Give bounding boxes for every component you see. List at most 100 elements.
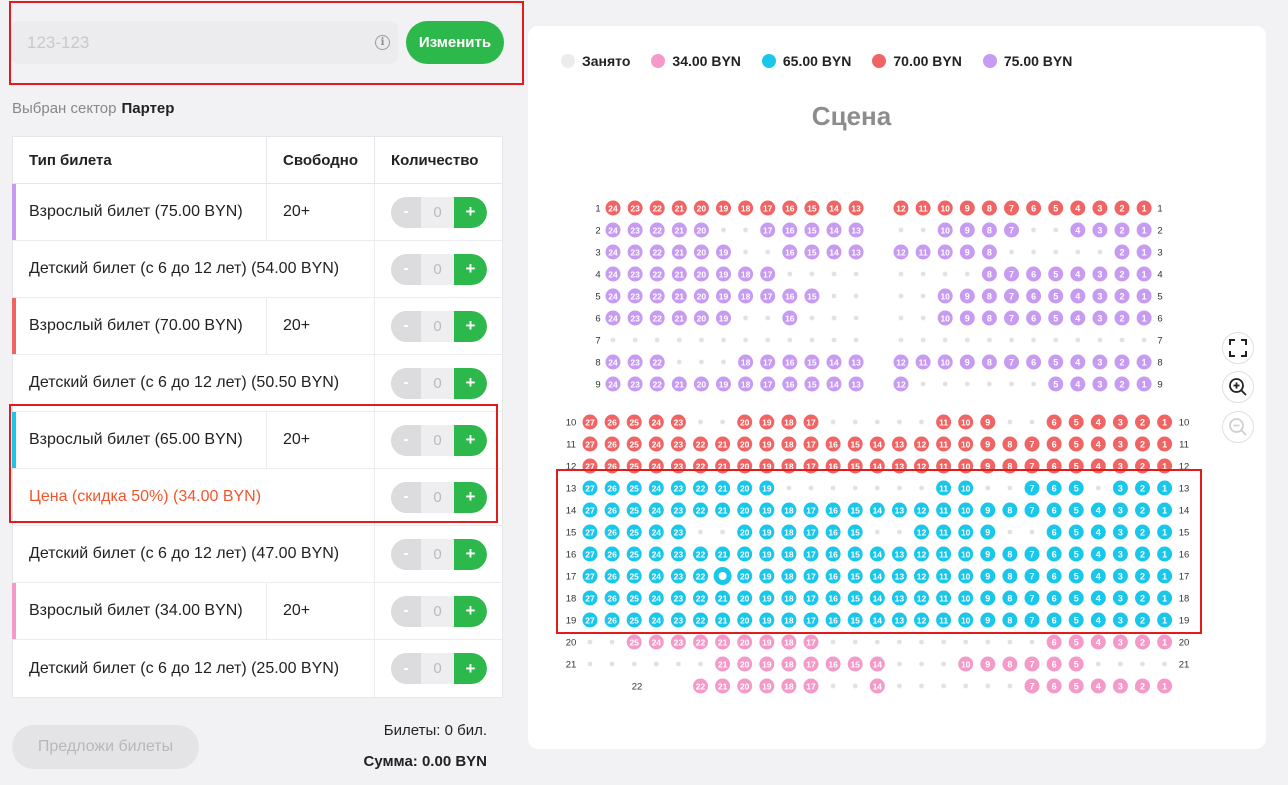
increase-button[interactable]: +	[454, 253, 487, 285]
quantity-stepper: - 0 +	[391, 595, 487, 627]
ticket-row: Детский билет (с 6 до 12 лет) (50.50 BYN…	[13, 355, 502, 412]
decrease-button[interactable]: -	[391, 538, 421, 570]
quantity-stepper: - 0 +	[391, 310, 487, 342]
available-count: 20+	[267, 412, 375, 468]
quantity-stepper: - 0 +	[391, 481, 487, 513]
increase-button[interactable]: +	[454, 653, 487, 684]
quantity-value: 0	[433, 431, 442, 449]
price-color-bar	[12, 298, 16, 354]
quantity-value: 0	[433, 374, 442, 392]
quantity-stepper: - 0 +	[391, 253, 487, 285]
quantity-cell: - 0 +	[375, 583, 502, 639]
ticket-row: Цена (скидка 50%) (34.00 BYN) - 0 +	[13, 469, 502, 526]
ticket-table: Тип билета Свободно Количество Взрослый …	[12, 136, 503, 698]
legend-dot	[872, 54, 887, 68]
increase-button[interactable]: +	[454, 595, 487, 627]
legend-item: 65.00 BYN	[761, 53, 852, 69]
ticket-row: Детский билет (с 6 до 12 лет) (25.00 BYN…	[13, 640, 502, 697]
header-ticket-type: Тип билета	[13, 137, 267, 183]
ticket-type-label: Детский билет (с 6 до 12 лет) (54.00 BYN…	[13, 241, 375, 297]
ticket-type-label: Взрослый билет (70.00 BYN)	[13, 298, 267, 354]
total-sum: Сумма: 0.00 BYN	[363, 753, 487, 770]
quantity-value: 0	[433, 317, 442, 335]
quantity-value: 0	[433, 660, 442, 677]
decrease-button[interactable]: -	[391, 196, 421, 228]
sector-value: Партер	[121, 100, 175, 117]
ticket-row: Детский билет (с 6 до 12 лет) (47.00 BYN…	[13, 526, 502, 583]
ticket-row: Взрослый билет (70.00 BYN) 20+ - 0 +	[12, 298, 502, 355]
selected-sector: Выбран сектор Партер	[12, 100, 174, 117]
sector-label: Выбран сектор	[12, 100, 117, 117]
decrease-button[interactable]: -	[391, 481, 421, 513]
price-color-bar	[12, 412, 16, 468]
legend-label: 34.00 BYN	[672, 53, 741, 69]
available-count: 20+	[267, 184, 375, 240]
price-legend: Занято 34.00 BYN 65.00 BYN 70.00 BYN 75.00 B…	[561, 53, 1093, 69]
ticket-row: Взрослый билет (34.00 BYN) 20+ - 0 +	[12, 583, 502, 640]
legend-label: 65.00 BYN	[782, 53, 852, 69]
increase-button[interactable]: +	[454, 367, 487, 399]
ticket-type-label: Взрослый билет (65.00 BYN)	[13, 412, 267, 468]
ticket-row: Взрослый билет (75.00 BYN) 20+ - 0 +	[12, 184, 502, 241]
quantity-cell: - 0 +	[375, 640, 502, 697]
ticket-type-label: Взрослый билет (75.00 BYN)	[13, 184, 267, 240]
stage-label: Сцена	[811, 101, 892, 131]
quantity-cell: - 0 +	[375, 184, 502, 240]
decrease-button[interactable]: -	[391, 367, 421, 399]
legend-dot	[761, 54, 776, 68]
increase-button[interactable]: +	[454, 310, 487, 342]
tickets-count: Билеты: 0 бил.	[383, 722, 487, 739]
price-color-bar	[12, 583, 16, 639]
increase-button[interactable]: +	[454, 196, 487, 228]
quantity-stepper: - 0 +	[391, 653, 487, 684]
legend-item: 34.00 BYN	[651, 53, 741, 69]
decrease-button[interactable]: -	[391, 310, 421, 342]
quantity-cell: - 0 +	[375, 469, 502, 525]
zoom-in-icon[interactable]	[1222, 371, 1254, 403]
quantity-stepper: - 0 +	[391, 424, 487, 456]
quantity-cell: - 0 +	[375, 412, 502, 468]
increase-button[interactable]: +	[454, 481, 487, 513]
quantity-cell: - 0 +	[375, 355, 502, 411]
info-icon[interactable]: i	[375, 35, 390, 50]
decrease-button[interactable]: -	[391, 595, 421, 627]
ticket-type-label: Взрослый билет (34.00 BYN)	[13, 583, 267, 639]
legend-dot	[561, 54, 575, 68]
quantity-stepper: - 0 +	[391, 538, 487, 570]
seat-map-panel: Занято 34.00 BYN 65.00 BYN 70.00 BYN 75.00 B…	[528, 26, 1266, 749]
zoom-out-icon[interactable]	[1222, 411, 1254, 443]
quantity-cell: - 0 +	[375, 298, 502, 354]
legend-dot	[651, 54, 666, 68]
quantity-value: 0	[433, 488, 442, 506]
change-button[interactable]: Изменить	[406, 21, 504, 64]
header-quantity: Количество	[391, 151, 479, 169]
quantity-cell: - 0 +	[375, 241, 502, 297]
quantity-value: 0	[433, 203, 442, 221]
ticket-row: Взрослый билет (65.00 BYN) 20+ - 0 +	[12, 412, 502, 469]
increase-button[interactable]: +	[454, 538, 487, 570]
ticket-type-label: Цена (скидка 50%) (34.00 BYN)	[13, 469, 375, 525]
ticket-row: Детский билет (с 6 до 12 лет) (54.00 BYN…	[13, 241, 502, 298]
ticket-type-label: Детский билет (с 6 до 12 лет) (47.00 BYN…	[13, 526, 375, 582]
fullscreen-icon[interactable]	[1222, 332, 1254, 364]
quantity-cell: - 0 +	[375, 526, 502, 582]
legend-label: Занято	[582, 53, 631, 69]
code-field: i	[11, 21, 398, 64]
legend-label: 70.00 BYN	[893, 53, 962, 69]
offer-tickets-button[interactable]: Предложи билеты	[12, 725, 199, 769]
decrease-button[interactable]: -	[391, 424, 421, 456]
legend-item: 75.00 BYN	[982, 53, 1072, 69]
quantity-stepper: - 0 +	[391, 367, 487, 399]
header-available: Свободно	[267, 137, 375, 183]
increase-button[interactable]: +	[454, 424, 487, 456]
quantity-value: 0	[433, 602, 442, 620]
legend-dot	[982, 54, 997, 68]
quantity-value: 0	[433, 545, 442, 563]
decrease-button[interactable]: -	[391, 253, 421, 285]
legend-item: 70.00 BYN	[872, 53, 962, 69]
code-input[interactable]	[11, 21, 398, 64]
ticket-type-label: Детский билет (с 6 до 12 лет) (50.50 BYN…	[13, 355, 375, 411]
quantity-value: 0	[433, 260, 442, 278]
available-count: 20+	[267, 583, 375, 639]
decrease-button[interactable]: -	[391, 653, 421, 684]
